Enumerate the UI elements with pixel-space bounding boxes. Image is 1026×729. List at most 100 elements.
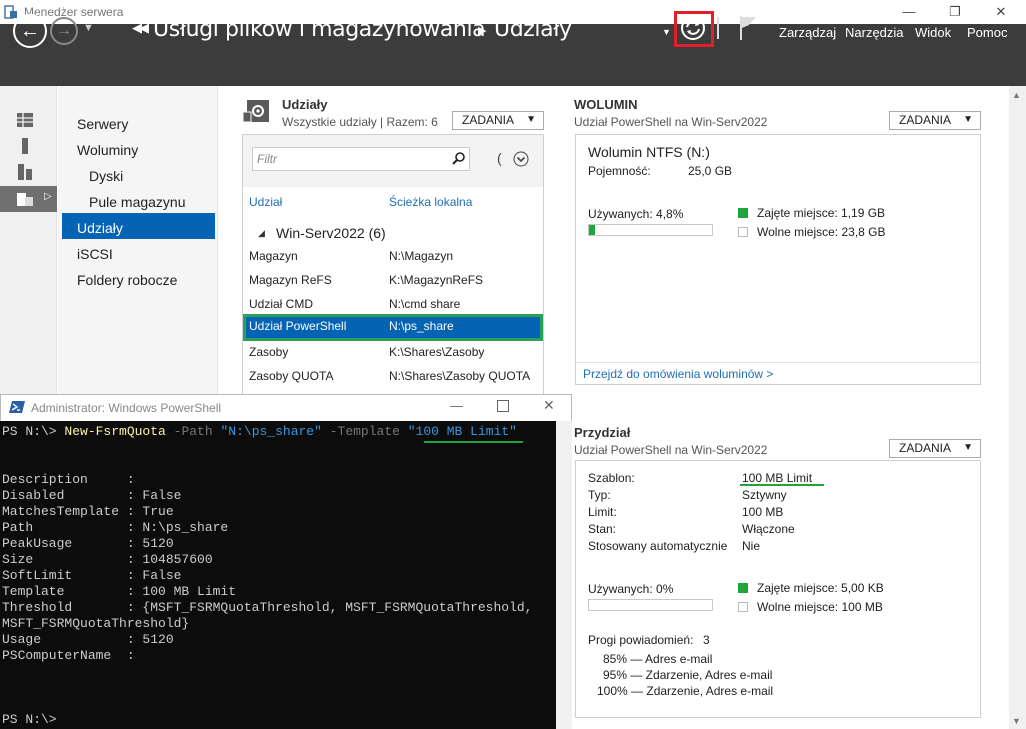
forward-icon: → (56, 22, 72, 39)
ps-output-line: Template : 100 MB Limit (2, 584, 237, 599)
ps-output-line: SoftLimit : False (2, 568, 182, 583)
menu-view[interactable]: Widok (915, 25, 951, 40)
ps-maximize-button[interactable] (497, 400, 509, 412)
group-collapse-icon[interactable]: ◢ (258, 228, 265, 239)
breadcrumb-leaf[interactable]: Udziały (494, 17, 572, 42)
all-servers-icon[interactable] (16, 163, 34, 181)
nav-item-servers[interactable]: Serwery (77, 116, 128, 132)
volume-tasks-dropdown[interactable]: ZADANIA ▼ (889, 111, 981, 130)
table-row[interactable]: Zasoby QUOTA N:\Shares\Zasoby QUOTA (243, 364, 543, 388)
nav-item-iscsi[interactable]: iSCSI (77, 246, 113, 262)
quota-field-label: Stosowany automatycznie (588, 539, 728, 553)
free-legend-swatch (738, 227, 748, 237)
breadcrumb-root[interactable]: Usługi plików i magazynowania (153, 17, 486, 42)
share-name: Magazyn (249, 249, 298, 263)
template-highlight-underline (740, 484, 824, 486)
threshold-item: 100% — Zdarzenie, Adres e-mail (597, 684, 774, 698)
share-name: Udział PowerShell (249, 319, 347, 333)
quota-field-value: Włączone (742, 522, 795, 536)
main-scrollbar[interactable] (1009, 86, 1026, 729)
scroll-down-icon[interactable]: ▼ (1012, 716, 1021, 726)
ps-command-line: PS N:\> New-FsrmQuota -Path "N:\ps_share… (2, 424, 517, 440)
local-server-icon[interactable] (16, 137, 34, 155)
nav-item-work-folders[interactable]: Foldery robocze (77, 272, 177, 288)
ps-output-line: MatchesTemplate : True (2, 504, 174, 519)
share-path: N:\Shares\Zasoby QUOTA (389, 369, 531, 383)
group-header[interactable]: Win-Serv2022 (6) (276, 225, 386, 241)
tasks-label: ZADANIA (899, 113, 952, 127)
ps-output-line: Disabled : False (2, 488, 182, 503)
ps-output-line: Size : 104857600 (2, 552, 213, 567)
quota-field-value: 100 MB (742, 505, 784, 519)
column-share[interactable]: Udział (249, 195, 282, 209)
quota-field-value: Sztywny (742, 488, 787, 502)
query-options-icon[interactable]: ( (497, 150, 502, 166)
breadcrumb-dropdown-icon[interactable]: ▼ (662, 27, 671, 37)
nav-item-volumes[interactable]: Woluminy (77, 142, 138, 158)
ps-final-prompt[interactable]: PS N:\> (2, 712, 57, 728)
quota-title: Przydział (574, 425, 631, 440)
ps-scrollbar[interactable] (556, 421, 572, 729)
menu-help[interactable]: Pomoc (967, 25, 1007, 40)
nav-item-disks[interactable]: Dyski (89, 168, 123, 184)
file-services-icon (17, 193, 33, 206)
table-row[interactable]: Zasoby K:\Shares\Zasoby (243, 340, 543, 364)
dashboard-icon[interactable] (16, 111, 34, 129)
quota-field-label: Typ: (588, 488, 611, 502)
table-row[interactable]: Magazyn N:\Magazyn (243, 244, 543, 268)
ps-arg-path: "N:\ps_share" (220, 424, 322, 439)
ps-output-line: Usage : 5120 (2, 632, 174, 647)
ps-output-line: PeakUsage : 5120 (2, 536, 174, 551)
back-button[interactable]: ← (13, 14, 47, 48)
table-row[interactable]: Udział CMD N:\cmd share (243, 292, 543, 316)
ps-prompt: PS N:\> (2, 424, 57, 439)
quota-field-label: Stan: (588, 522, 617, 536)
nav-item-storage-pools[interactable]: Pule magazynu (89, 194, 186, 210)
expand-circle-icon[interactable] (513, 151, 529, 167)
chevron-down-icon: ▼ (963, 114, 973, 125)
ps-param-path: -Path (173, 424, 213, 439)
back-icon: ← (20, 20, 40, 42)
history-dropdown-icon[interactable]: ▼ (83, 22, 94, 34)
volume-title: WOLUMIN (574, 97, 638, 112)
forward-button[interactable]: → (50, 17, 78, 45)
table-row[interactable]: Magazyn ReFS K:\MagazynReFS (243, 268, 543, 292)
powershell-title: Administrator: Windows PowerShell (31, 401, 222, 415)
capacity-value: 25,0 GB (688, 164, 733, 178)
filter-input[interactable]: Filtr (252, 147, 470, 171)
menu-tools[interactable]: Narzędzia (845, 25, 904, 40)
flag-icon[interactable] (737, 14, 759, 42)
quota-usage-bar (588, 599, 713, 611)
share-name: Udział CMD (249, 297, 314, 311)
nav-item-shares[interactable]: Udziały (77, 220, 123, 236)
quota-tasks-dropdown[interactable]: ZADANIA ▼ (889, 439, 981, 458)
volume-free-space: Wolne miejsce: 23,8 GB (757, 225, 886, 239)
command-highlight-underline (424, 441, 523, 443)
threshold-item: 85% — Adres e-mail (603, 652, 713, 666)
search-icon[interactable] (452, 151, 466, 165)
close-button[interactable]: ✕ (978, 0, 1024, 24)
ps-param-template: -Template (329, 424, 400, 439)
volumes-overview-link[interactable]: Przejdź do omówienia woluminów > (583, 367, 773, 381)
ps-close-button[interactable]: ✕ (543, 397, 555, 414)
share-path: N:\ps_share (389, 319, 454, 333)
maximize-button[interactable]: ❐ (932, 0, 978, 24)
menu-manage[interactable]: Zarządzaj (779, 25, 836, 40)
shares-tasks-dropdown[interactable]: ZADANIA ▼ (452, 111, 544, 130)
share-path: K:\MagazynReFS (389, 273, 484, 287)
expand-arrow-icon[interactable]: ▷ (44, 191, 52, 202)
share-path: N:\Magazyn (389, 249, 454, 263)
column-local-path[interactable]: Ścieżka lokalna (389, 195, 472, 209)
quota-template-value: 100 MB Limit (742, 471, 813, 485)
table-row-selected[interactable]: Udział PowerShell N:\ps_share (243, 314, 543, 341)
toolbar-divider (717, 17, 719, 39)
ps-output-line: Description : (2, 472, 135, 487)
minimize-button[interactable]: — (886, 0, 932, 24)
volume-used-label: Używanych: 4,8% (588, 207, 684, 221)
server-manager-icon (4, 5, 17, 19)
used-legend-swatch (738, 208, 748, 218)
share-path: K:\Shares\Zasoby (389, 345, 485, 359)
ps-minimize-button[interactable]: — (450, 398, 463, 413)
volume-used-space: Zajęte miejsce: 1,19 GB (757, 206, 886, 220)
scroll-up-icon[interactable]: ▲ (1012, 90, 1021, 100)
